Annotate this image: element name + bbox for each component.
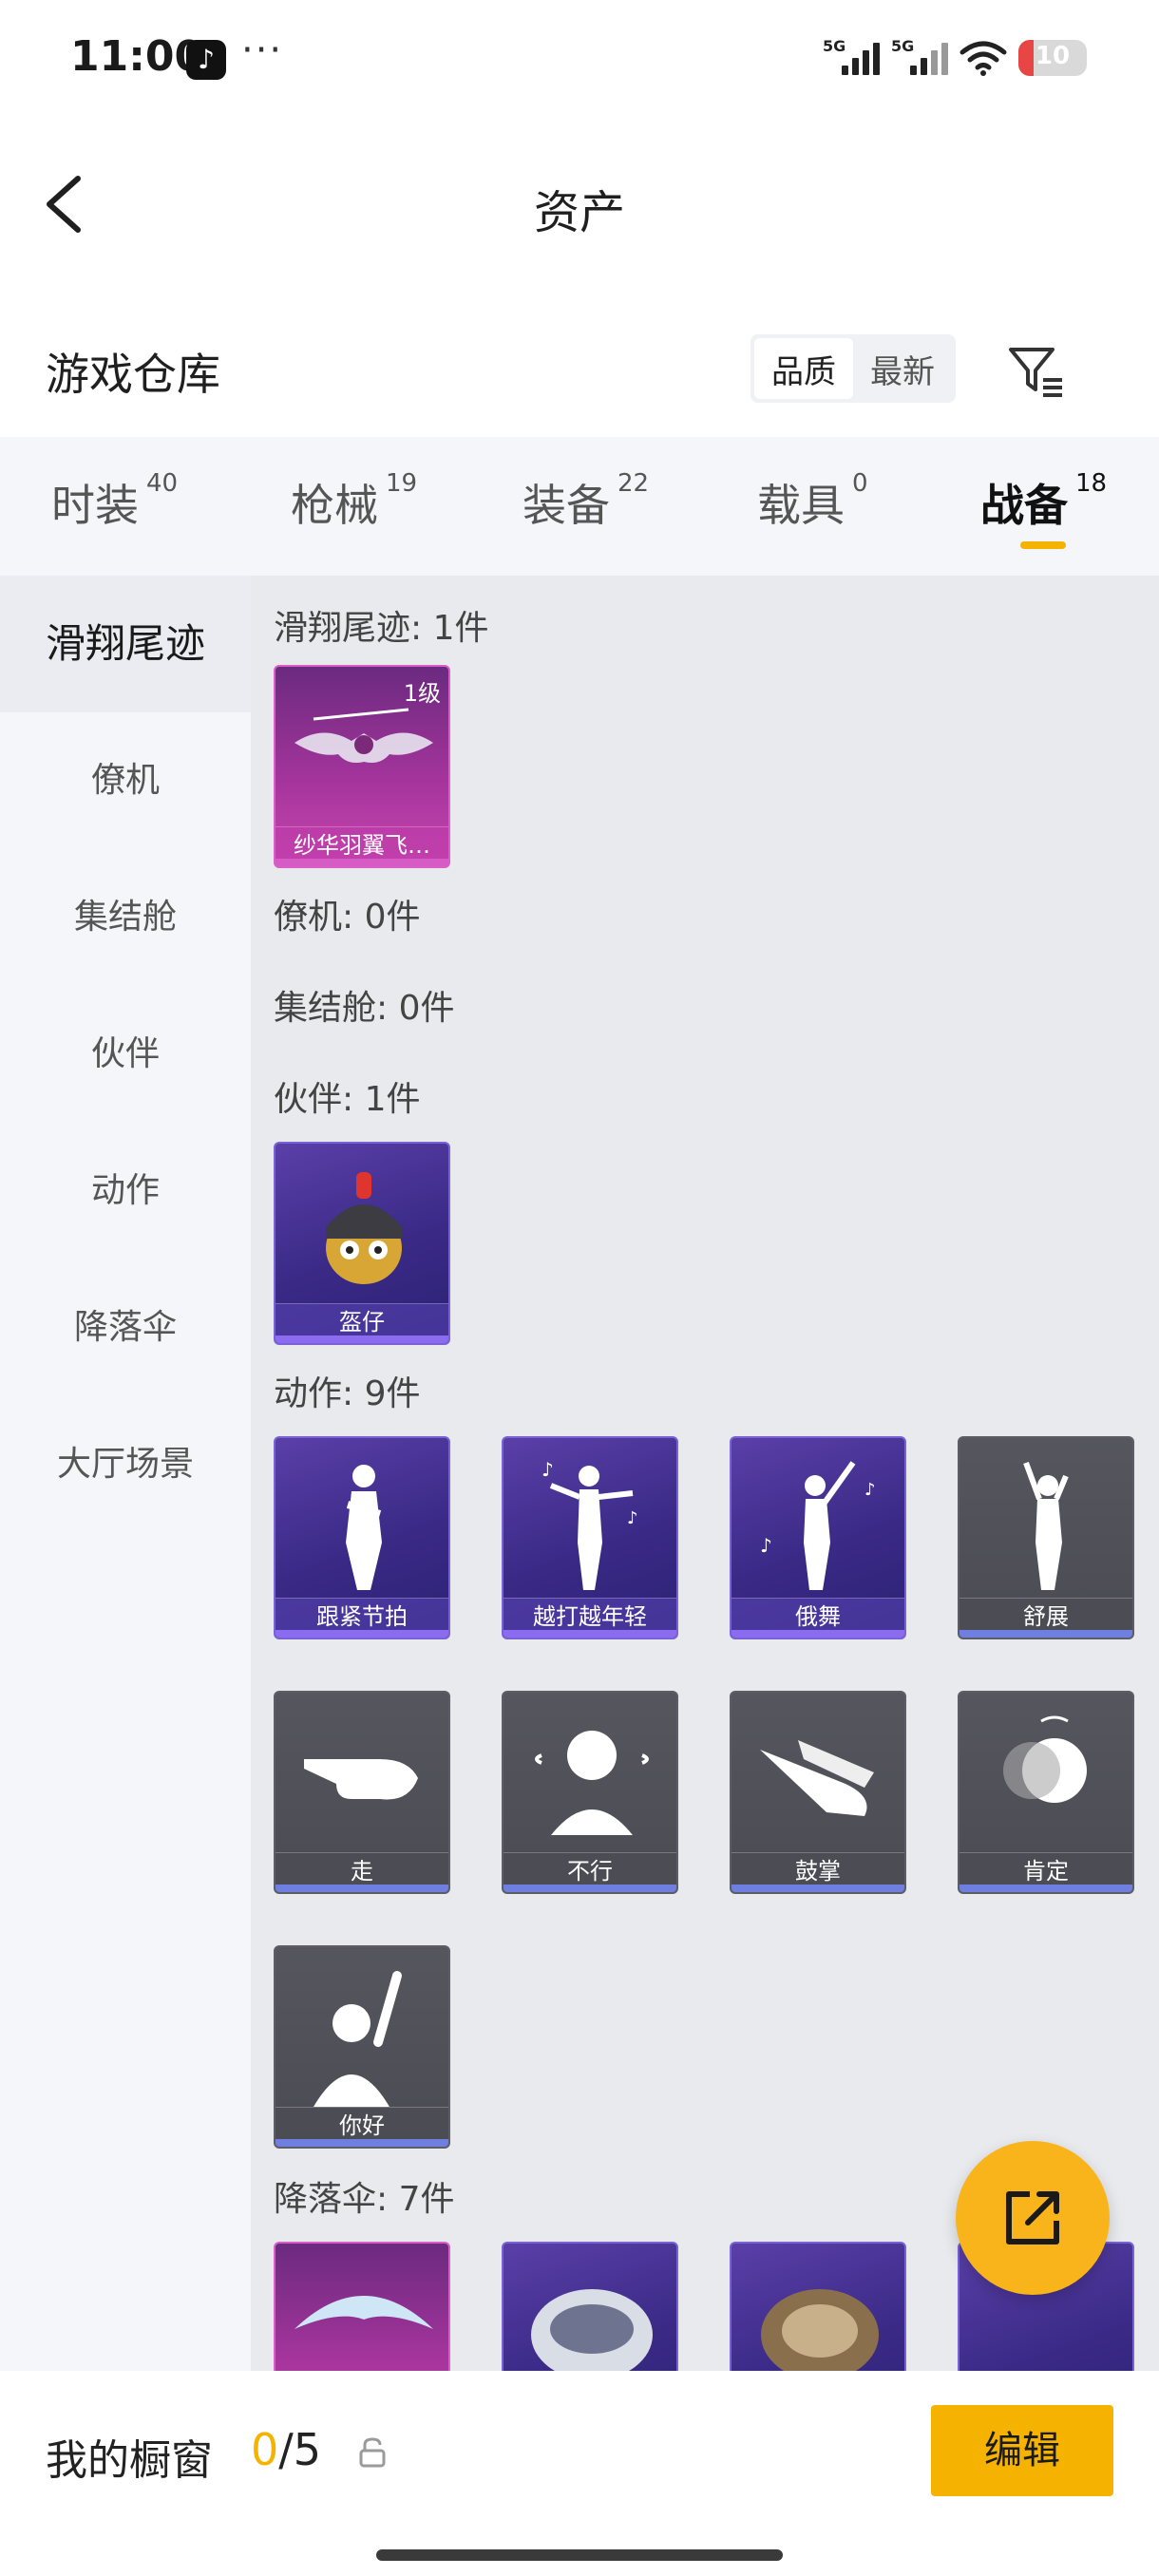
item-card[interactable] bbox=[274, 2242, 450, 2371]
sidebar-item-emote[interactable]: 动作 bbox=[0, 1123, 251, 1260]
sort-toggle: 品质 最新 bbox=[750, 334, 956, 403]
signal-icon: 5G bbox=[823, 37, 880, 79]
dancer-silhouette-art bbox=[346, 1465, 382, 1590]
status-indicators: 5G 5G 10 bbox=[823, 34, 1087, 82]
sidebar: 滑翔尾迹 僚机 集结舱 伙伴 动作 降落伞 大厅场景 bbox=[0, 576, 251, 2371]
section-label-emote: 动作: 9件 bbox=[274, 1374, 421, 1413]
wifi-icon bbox=[960, 41, 1007, 76]
tiktok-icon: ♪ bbox=[186, 40, 226, 80]
section-title: 游戏仓库 bbox=[46, 349, 220, 400]
section-label-pod: 集结舱: 0件 bbox=[274, 989, 455, 1028]
item-card[interactable]: 走 bbox=[274, 1691, 450, 1894]
home-indicator[interactable] bbox=[376, 2549, 783, 2561]
tab-equipment[interactable]: 装备 22 bbox=[522, 469, 649, 534]
sidebar-item-lobby-scene[interactable]: 大厅场景 bbox=[0, 1396, 251, 1533]
item-card[interactable]: ♪ ♪ 越打越年轻 bbox=[502, 1436, 678, 1639]
lock-icon bbox=[359, 2437, 386, 2468]
status-bar: 11:00 ♪ ··· 5G 5G 10 bbox=[0, 0, 1159, 114]
svg-text:♪: ♪ bbox=[542, 1458, 554, 1481]
sidebar-item-wingman[interactable]: 僚机 bbox=[0, 712, 251, 849]
more-notifications-icon: ··· bbox=[241, 28, 284, 72]
sidebar-item-parachute[interactable]: 降落伞 bbox=[0, 1260, 251, 1396]
item-card[interactable]: 肯定 bbox=[958, 1691, 1134, 1894]
active-tab-indicator bbox=[1020, 541, 1066, 549]
filter-icon[interactable] bbox=[1005, 340, 1068, 403]
head-shake-art bbox=[535, 1731, 649, 1835]
sidebar-item-pod[interactable]: 集结舱 bbox=[0, 849, 251, 986]
item-card[interactable]: 跟紧节拍 bbox=[274, 1436, 450, 1639]
dancer-silhouette-art bbox=[1023, 1461, 1069, 1590]
warehouse-header: 游戏仓库 品质 最新 bbox=[0, 323, 1159, 418]
tab-vehicles[interactable]: 载具 0 bbox=[757, 469, 868, 534]
item-card[interactable]: 你好 bbox=[274, 1945, 450, 2149]
status-time: 11:00 bbox=[70, 32, 204, 81]
tab-weapons[interactable]: 枪械 19 bbox=[291, 469, 417, 534]
share-button[interactable] bbox=[956, 2141, 1110, 2295]
svg-text:♪: ♪ bbox=[760, 1534, 772, 1557]
waving-person-art bbox=[314, 1971, 402, 2107]
tab-fashion[interactable]: 时装 40 bbox=[51, 469, 178, 534]
item-card[interactable] bbox=[730, 2242, 906, 2371]
page-title: 资产 bbox=[533, 186, 625, 239]
category-tabs: 时装 40 枪械 19 装备 22 载具 0 战备 18 bbox=[0, 437, 1159, 576]
item-card[interactable]: 舒展 bbox=[958, 1436, 1134, 1639]
signal-icon-2: 5G bbox=[891, 37, 948, 79]
item-card[interactable]: 盔仔 bbox=[274, 1142, 450, 1345]
dancer-silhouette-art: ♪♪ bbox=[760, 1461, 876, 1590]
item-card[interactable]: ♪ ♪ 俄舞 bbox=[730, 1436, 906, 1639]
parachute-art bbox=[531, 2289, 653, 2371]
item-card[interactable]: 鼓掌 bbox=[730, 1691, 906, 1894]
section-label-companion: 伙伴: 1件 bbox=[274, 1080, 421, 1119]
item-card[interactable]: 不行 bbox=[502, 1691, 678, 1894]
sort-option-quality[interactable]: 品质 bbox=[754, 338, 853, 399]
showcase-bar: 我的橱窗 0/5 编辑 bbox=[0, 2371, 1159, 2576]
item-card[interactable]: 1级 纱华羽翼飞… bbox=[274, 665, 450, 868]
parachute-art bbox=[761, 2289, 879, 2371]
pointing-hand-art bbox=[304, 1759, 418, 1800]
share-external-icon bbox=[1006, 2191, 1059, 2245]
section-label-glide: 滑翔尾迹: 1件 bbox=[274, 609, 489, 648]
section-label-wingman: 僚机: 0件 bbox=[274, 898, 421, 937]
battery-icon: 10 bbox=[1018, 40, 1087, 76]
svg-text:♪: ♪ bbox=[627, 1508, 638, 1528]
showcase-label: 我的橱窗 bbox=[46, 2436, 213, 2485]
tab-battle-prep[interactable]: 战备 18 bbox=[980, 469, 1107, 534]
svg-text:♪: ♪ bbox=[864, 1480, 876, 1500]
item-card[interactable] bbox=[502, 2242, 678, 2371]
sidebar-item-companion[interactable]: 伙伴 bbox=[0, 986, 251, 1123]
showcase-count: 0/5 bbox=[251, 2424, 322, 2475]
nodding-head-art bbox=[1003, 1715, 1087, 1803]
sort-option-newest[interactable]: 最新 bbox=[853, 338, 952, 399]
item-list: 滑翔尾迹: 1件 1级 纱华羽翼飞… 僚机: 0件 集结舱: 0件 伙伴: 1件… bbox=[251, 576, 1159, 2371]
section-label-parachute: 降落伞: 7件 bbox=[274, 2180, 455, 2219]
edit-button[interactable]: 编辑 bbox=[931, 2405, 1113, 2496]
sidebar-item-glide-trail[interactable]: 滑翔尾迹 bbox=[0, 576, 251, 712]
parachute-art bbox=[294, 2296, 433, 2329]
dancer-silhouette-art: ♪♪ bbox=[542, 1458, 638, 1590]
clapping-hands-art bbox=[760, 1740, 874, 1816]
navigation-bar: 资产 bbox=[0, 152, 1159, 256]
companion-owl-art bbox=[326, 1172, 402, 1284]
